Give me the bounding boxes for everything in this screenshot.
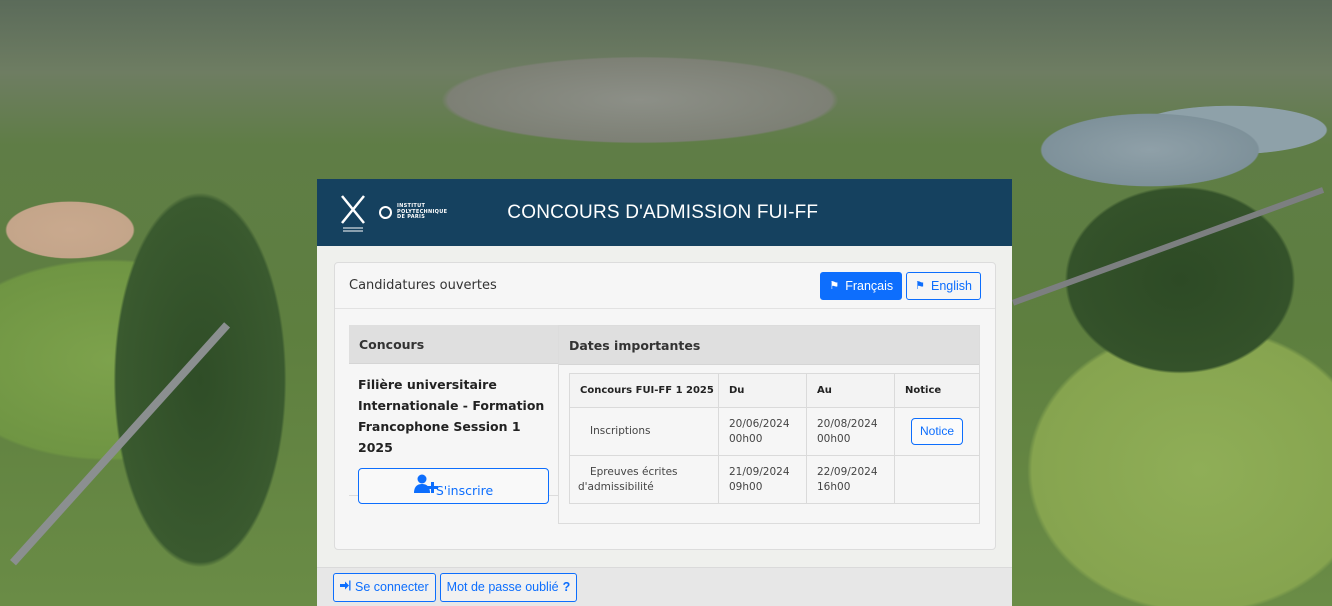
page-title: CONCOURS D'ADMISSION FUI-FF	[507, 201, 819, 223]
notice-button[interactable]: Notice	[910, 418, 963, 445]
column-header: Notice	[894, 373, 980, 408]
start-date: 21/09/2024 09h00	[718, 455, 807, 504]
register-button[interactable]: S'inscrire	[358, 468, 549, 504]
end-date-day: 20/08/2024	[817, 417, 878, 430]
event-label: Inscriptions	[569, 407, 719, 456]
applications-card: Candidatures ouvertes ⚑ Français ⚑ Engli…	[334, 262, 996, 550]
notice-cell	[894, 455, 980, 504]
question-icon: ?	[562, 580, 571, 594]
notice-cell: Notice	[894, 407, 980, 456]
column-header: Du	[718, 373, 807, 408]
dates-heading: Dates importantes	[559, 326, 979, 365]
event-label: Epreuves écrites d'admissibilité	[569, 455, 719, 504]
concours-name-line: Internationale - Formation	[358, 398, 545, 413]
start-date-time: 00h00	[729, 432, 763, 445]
end-date: 20/08/2024 00h00	[806, 407, 895, 456]
end-date-time: 16h00	[817, 480, 851, 493]
start-date-day: 20/06/2024	[729, 417, 790, 430]
flag-icon: ⚑	[915, 280, 925, 292]
event-label-line: d'admissibilité	[578, 480, 654, 493]
language-switcher: ⚑ Français ⚑ English	[820, 271, 981, 300]
table-row: Epreuves écrites d'admissibilité 21/09/2…	[569, 455, 980, 504]
ipp-logo-line: DE PARIS	[397, 214, 426, 221]
add-user-icon	[413, 474, 438, 494]
lang-french-label: Français	[845, 278, 894, 293]
dates-column: Dates importantes Concours FUI-FF 1 2025…	[558, 325, 980, 524]
table-row: Inscriptions 20/06/2024 00h00 20/08/2024…	[569, 407, 980, 456]
concours-name: Filière universitaire Internationale - F…	[358, 374, 549, 458]
event-label-line: Epreuves écrites	[590, 465, 678, 478]
login-label: Se connecter	[355, 580, 429, 594]
sign-in-icon	[340, 580, 351, 594]
login-button[interactable]: Se connecter	[333, 572, 436, 602]
start-date-day: 21/09/2024	[729, 465, 790, 478]
ipp-seal-icon	[379, 206, 392, 219]
ipp-logo: INSTITUT POLYTECHNIQUE DE PARIS	[379, 204, 447, 221]
concours-heading: Concours	[349, 325, 559, 364]
start-date: 20/06/2024 00h00	[718, 407, 807, 456]
forgot-password-label: Mot de passe oublié	[446, 580, 559, 594]
register-label: S'inscrire	[435, 483, 494, 498]
column-header: Concours FUI-FF 1 2025	[569, 373, 719, 408]
lang-french-button[interactable]: ⚑ Français	[820, 271, 903, 300]
end-date-day: 22/09/2024	[817, 465, 878, 478]
concours-name-line: Filière universitaire	[358, 377, 497, 392]
card-label: Candidatures ouvertes	[349, 278, 497, 293]
concours-column: Concours Filière universitaire Internati…	[349, 325, 559, 504]
footer-bar: Se connecter Mot de passe oublié ?	[317, 567, 1012, 606]
concours-name-line: Francophone Session 1 2025	[358, 419, 521, 455]
end-date: 22/09/2024 16h00	[806, 455, 895, 504]
header-bar: INSTITUT POLYTECHNIQUE DE PARIS CONCOURS…	[317, 179, 1012, 246]
start-date-time: 09h00	[729, 480, 763, 493]
main-panel: INSTITUT POLYTECHNIQUE DE PARIS CONCOURS…	[317, 179, 1012, 606]
lang-english-button[interactable]: ⚑ English	[906, 271, 981, 300]
polytechnique-logo	[339, 193, 367, 233]
dates-table: Concours FUI-FF 1 2025 Du Au Notice Insc…	[569, 373, 980, 504]
concours-body: Filière universitaire Internationale - F…	[349, 364, 559, 504]
card-header: Candidatures ouvertes ⚑ Français ⚑ Engli…	[335, 263, 995, 309]
lang-english-label: English	[931, 278, 972, 293]
column-header: Au	[806, 373, 895, 408]
end-date-time: 00h00	[817, 432, 851, 445]
flag-icon: ⚑	[829, 280, 840, 292]
table-header-row: Concours FUI-FF 1 2025 Du Au Notice	[569, 373, 980, 408]
forgot-password-button[interactable]: Mot de passe oublié ?	[439, 572, 578, 602]
